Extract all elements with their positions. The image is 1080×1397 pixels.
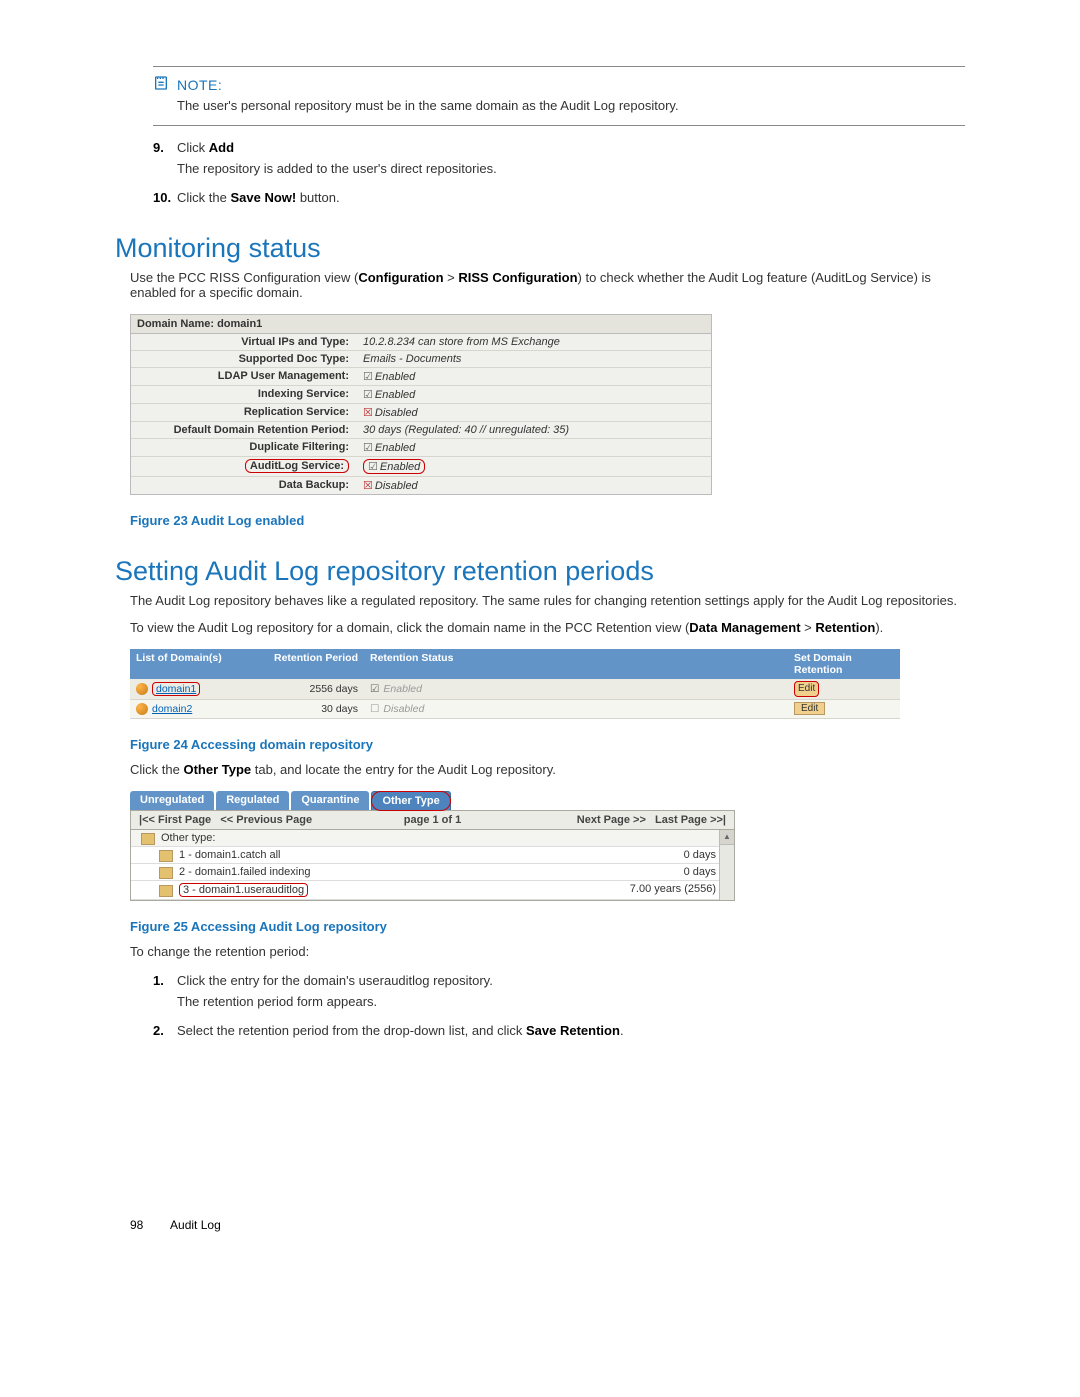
last-page-link[interactable]: Last Page >>|: [655, 814, 726, 826]
prev-page-link[interactable]: << Previous Page: [220, 814, 312, 826]
config-value: 10.2.8.234 can store from MS Exchange: [357, 334, 711, 350]
heading-monitoring-status: Monitoring status: [115, 233, 965, 264]
tab-regulated[interactable]: Regulated: [216, 791, 289, 810]
config-value: Disabled: [357, 404, 711, 421]
step-9: 9. Click Add: [153, 140, 965, 155]
page-footer: 98 Audit Log: [130, 1218, 965, 1232]
row-label: 3 - domain1.userauditlog: [159, 883, 308, 897]
config-label: Default Domain Retention Period:: [131, 422, 357, 438]
config-label: Indexing Service:: [131, 386, 357, 403]
figure-24-caption: Figure 24 Accessing domain repository: [130, 737, 965, 752]
folder-icon: [159, 885, 173, 897]
row-label: 2 - domain1.failed indexing: [159, 866, 310, 878]
domain-link[interactable]: domain1: [152, 682, 200, 696]
body-text: Use the PCC RISS Configuration view (Con…: [130, 270, 965, 300]
config-row: Virtual IPs and Type:10.2.8.234 can stor…: [131, 334, 711, 351]
tab-other-type[interactable]: Other Type: [371, 791, 450, 810]
config-row: Replication Service:Disabled: [131, 404, 711, 422]
table-row[interactable]: 2 - domain1.failed indexing 0 days: [131, 864, 734, 881]
config-row: Data Backup:Disabled: [131, 477, 711, 494]
world-icon: [136, 703, 148, 715]
step-1-sub: The retention period form appears.: [177, 994, 965, 1009]
body-text: To change the retention period:: [130, 944, 965, 959]
retention-period: 30 days: [252, 701, 364, 717]
config-row: Default Domain Retention Period:30 days …: [131, 422, 711, 439]
config-label: Data Backup:: [131, 477, 357, 494]
config-value: Enabled: [357, 386, 711, 403]
config-label: Replication Service:: [131, 404, 357, 421]
page-number: 98: [130, 1218, 143, 1232]
config-value: Disabled: [357, 477, 711, 494]
col-header: Retention Period: [252, 649, 364, 679]
page-indicator: page 1 of 1: [404, 814, 461, 826]
figure-23-caption: Figure 23 Audit Log enabled: [130, 513, 965, 528]
step-2: 2. Select the retention period from the …: [153, 1023, 965, 1038]
next-page-link[interactable]: Next Page >>: [577, 814, 646, 826]
repository-panel: Unregulated Regulated Quarantine Other T…: [130, 791, 735, 901]
col-header: Retention Status: [364, 649, 788, 679]
heading-retention-periods: Setting Audit Log repository retention p…: [115, 556, 965, 587]
table-row[interactable]: 1 - domain1.catch all 0 days: [131, 847, 734, 864]
config-table: Domain Name: domain1 Virtual IPs and Typ…: [130, 314, 712, 495]
figure-25-caption: Figure 25 Accessing Audit Log repository: [130, 919, 965, 934]
retention-period: 2556 days: [252, 681, 364, 697]
config-value: Emails - Documents: [357, 351, 711, 367]
config-label: Virtual IPs and Type:: [131, 334, 357, 350]
tab-quarantine[interactable]: Quarantine: [291, 791, 369, 810]
folder-icon: [159, 850, 173, 862]
body-text: Click the Other Type tab, and locate the…: [130, 762, 965, 777]
config-row: Indexing Service:Enabled: [131, 386, 711, 404]
step-10: 10. Click the Save Now! button.: [153, 190, 965, 205]
row-value: 0 days: [684, 849, 716, 861]
domain-list-table: List of Domain(s) Retention Period Reten…: [130, 649, 900, 719]
step-number: 10.: [153, 190, 177, 205]
table-row: Other type:: [131, 830, 734, 847]
config-label: LDAP User Management:: [131, 368, 357, 385]
scroll-up-icon[interactable]: ▲: [720, 830, 734, 845]
config-row: AuditLog Service:Enabled: [131, 457, 711, 477]
config-label: Supported Doc Type:: [131, 351, 357, 367]
config-row: LDAP User Management:Enabled: [131, 368, 711, 386]
row-label: 1 - domain1.catch all: [159, 849, 281, 861]
config-label: Duplicate Filtering:: [131, 439, 357, 456]
col-header: Set Domain Retention: [788, 649, 900, 679]
config-value: Enabled: [357, 368, 711, 385]
config-header: Domain Name: domain1: [131, 315, 711, 334]
config-row: Supported Doc Type:Emails - Documents: [131, 351, 711, 368]
folder-icon: [159, 867, 173, 879]
step-1: 1. Click the entry for the domain's user…: [153, 973, 965, 988]
step-number: 9.: [153, 140, 177, 155]
note-body: The user's personal repository must be i…: [153, 94, 965, 119]
note-header: NOTE:: [153, 73, 965, 94]
table-row[interactable]: 3 - domain1.userauditlog 7.00 years (2556…: [131, 881, 734, 900]
world-icon: [136, 683, 148, 695]
step-9-sub: The repository is added to the user's di…: [177, 161, 965, 176]
row-label: Other type:: [141, 832, 215, 844]
config-label: AuditLog Service:: [131, 457, 357, 476]
scrollbar[interactable]: ▲: [719, 830, 734, 900]
row-value: 0 days: [684, 866, 716, 878]
edit-button[interactable]: Edit: [794, 702, 825, 715]
tab-unregulated[interactable]: Unregulated: [130, 791, 214, 810]
folder-icon: [141, 833, 155, 845]
config-row: Duplicate Filtering:Enabled: [131, 439, 711, 457]
step-number: 2.: [153, 1023, 177, 1038]
note-icon: [153, 75, 169, 94]
checkbox-icon: [370, 683, 383, 695]
domain-link[interactable]: domain2: [152, 703, 192, 715]
pager: |<< First Page << Previous Page page 1 o…: [130, 810, 735, 830]
checkbox-icon: [370, 703, 383, 715]
body-text: The Audit Log repository behaves like a …: [130, 593, 965, 608]
row-value: 7.00 years (2556): [630, 883, 716, 897]
footer-title: Audit Log: [170, 1218, 221, 1232]
body-text: To view the Audit Log repository for a d…: [130, 620, 965, 635]
edit-button[interactable]: Edit: [794, 681, 819, 697]
first-page-link[interactable]: |<< First Page: [139, 814, 211, 826]
config-value: 30 days (Regulated: 40 // unregulated: 3…: [357, 422, 711, 438]
col-header: List of Domain(s): [130, 649, 252, 679]
step-number: 1.: [153, 973, 177, 988]
config-value: Enabled: [357, 457, 711, 476]
config-value: Enabled: [357, 439, 711, 456]
note-label: NOTE:: [177, 77, 222, 93]
